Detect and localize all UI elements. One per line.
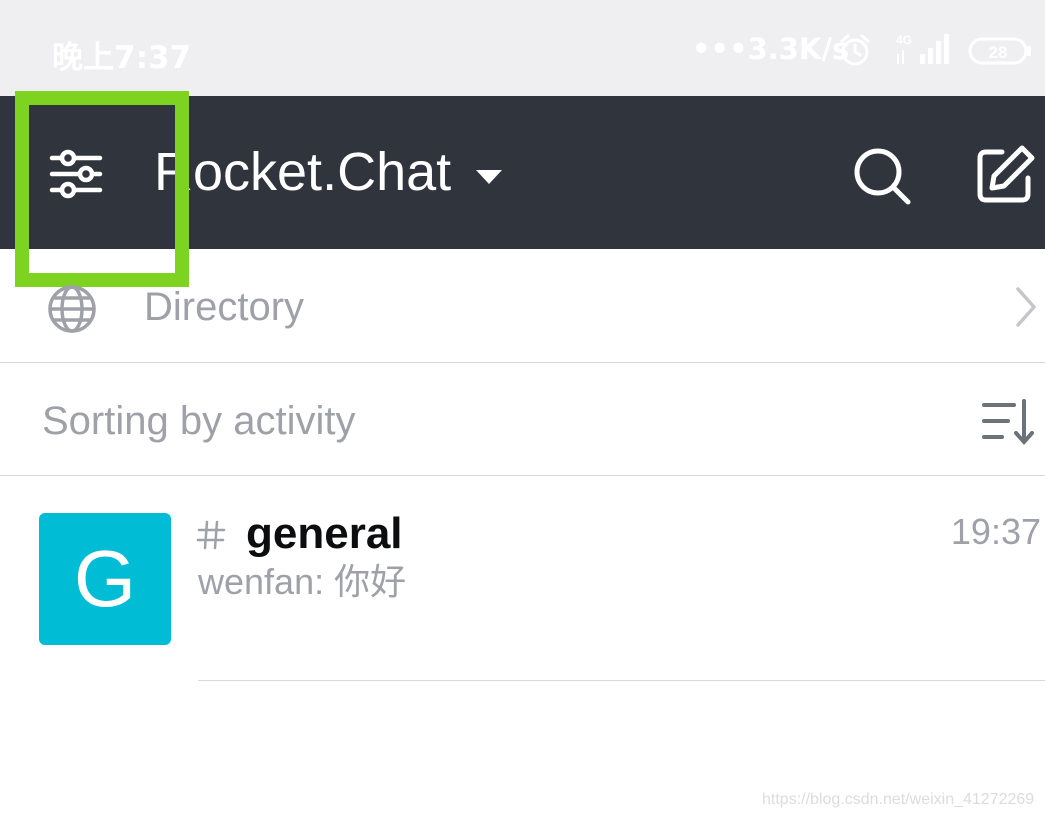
room-last-message: wenfan: 你好	[198, 561, 407, 602]
battery-icon: 28	[968, 37, 1031, 65]
workspace-title[interactable]: Rocket.Chat	[154, 140, 451, 204]
watermark: https://blog.csdn.net/weixin_41272269	[762, 791, 1035, 808]
room-name: general	[246, 509, 403, 558]
avatar: G	[39, 513, 171, 645]
alarm-icon	[840, 34, 870, 66]
sliders-icon[interactable]	[40, 136, 112, 208]
sort-icon	[982, 399, 1034, 446]
divider	[198, 680, 1045, 681]
chevron-right-icon	[1016, 287, 1036, 327]
hash-icon	[196, 520, 226, 550]
signal-icon: 4G	[896, 33, 949, 64]
search-icon[interactable]	[850, 144, 914, 208]
directory-label: Directory	[144, 285, 305, 329]
compose-icon[interactable]	[972, 142, 1038, 208]
status-bar: 晚上7:37 •••3.3K/s 4G 28	[0, 0, 1045, 96]
sorting-label: Sorting by activity	[42, 399, 356, 443]
sorting-row[interactable]: Sorting by activity	[0, 363, 1045, 476]
room-list-item[interactable]: G general 19:37 wenfan: 你好	[0, 476, 1045, 682]
network-type: 4G	[896, 33, 912, 47]
room-timestamp: 19:37	[950, 511, 1041, 552]
app-header: Rocket.Chat	[0, 96, 1045, 249]
directory-row[interactable]: Directory	[0, 249, 1045, 363]
status-time: 晚上7:37	[52, 40, 192, 76]
caret-down-icon[interactable]	[474, 168, 504, 186]
network-speed: •••3.3K/s	[692, 32, 850, 66]
globe-icon	[48, 285, 96, 333]
battery-level: 28	[989, 43, 1008, 62]
